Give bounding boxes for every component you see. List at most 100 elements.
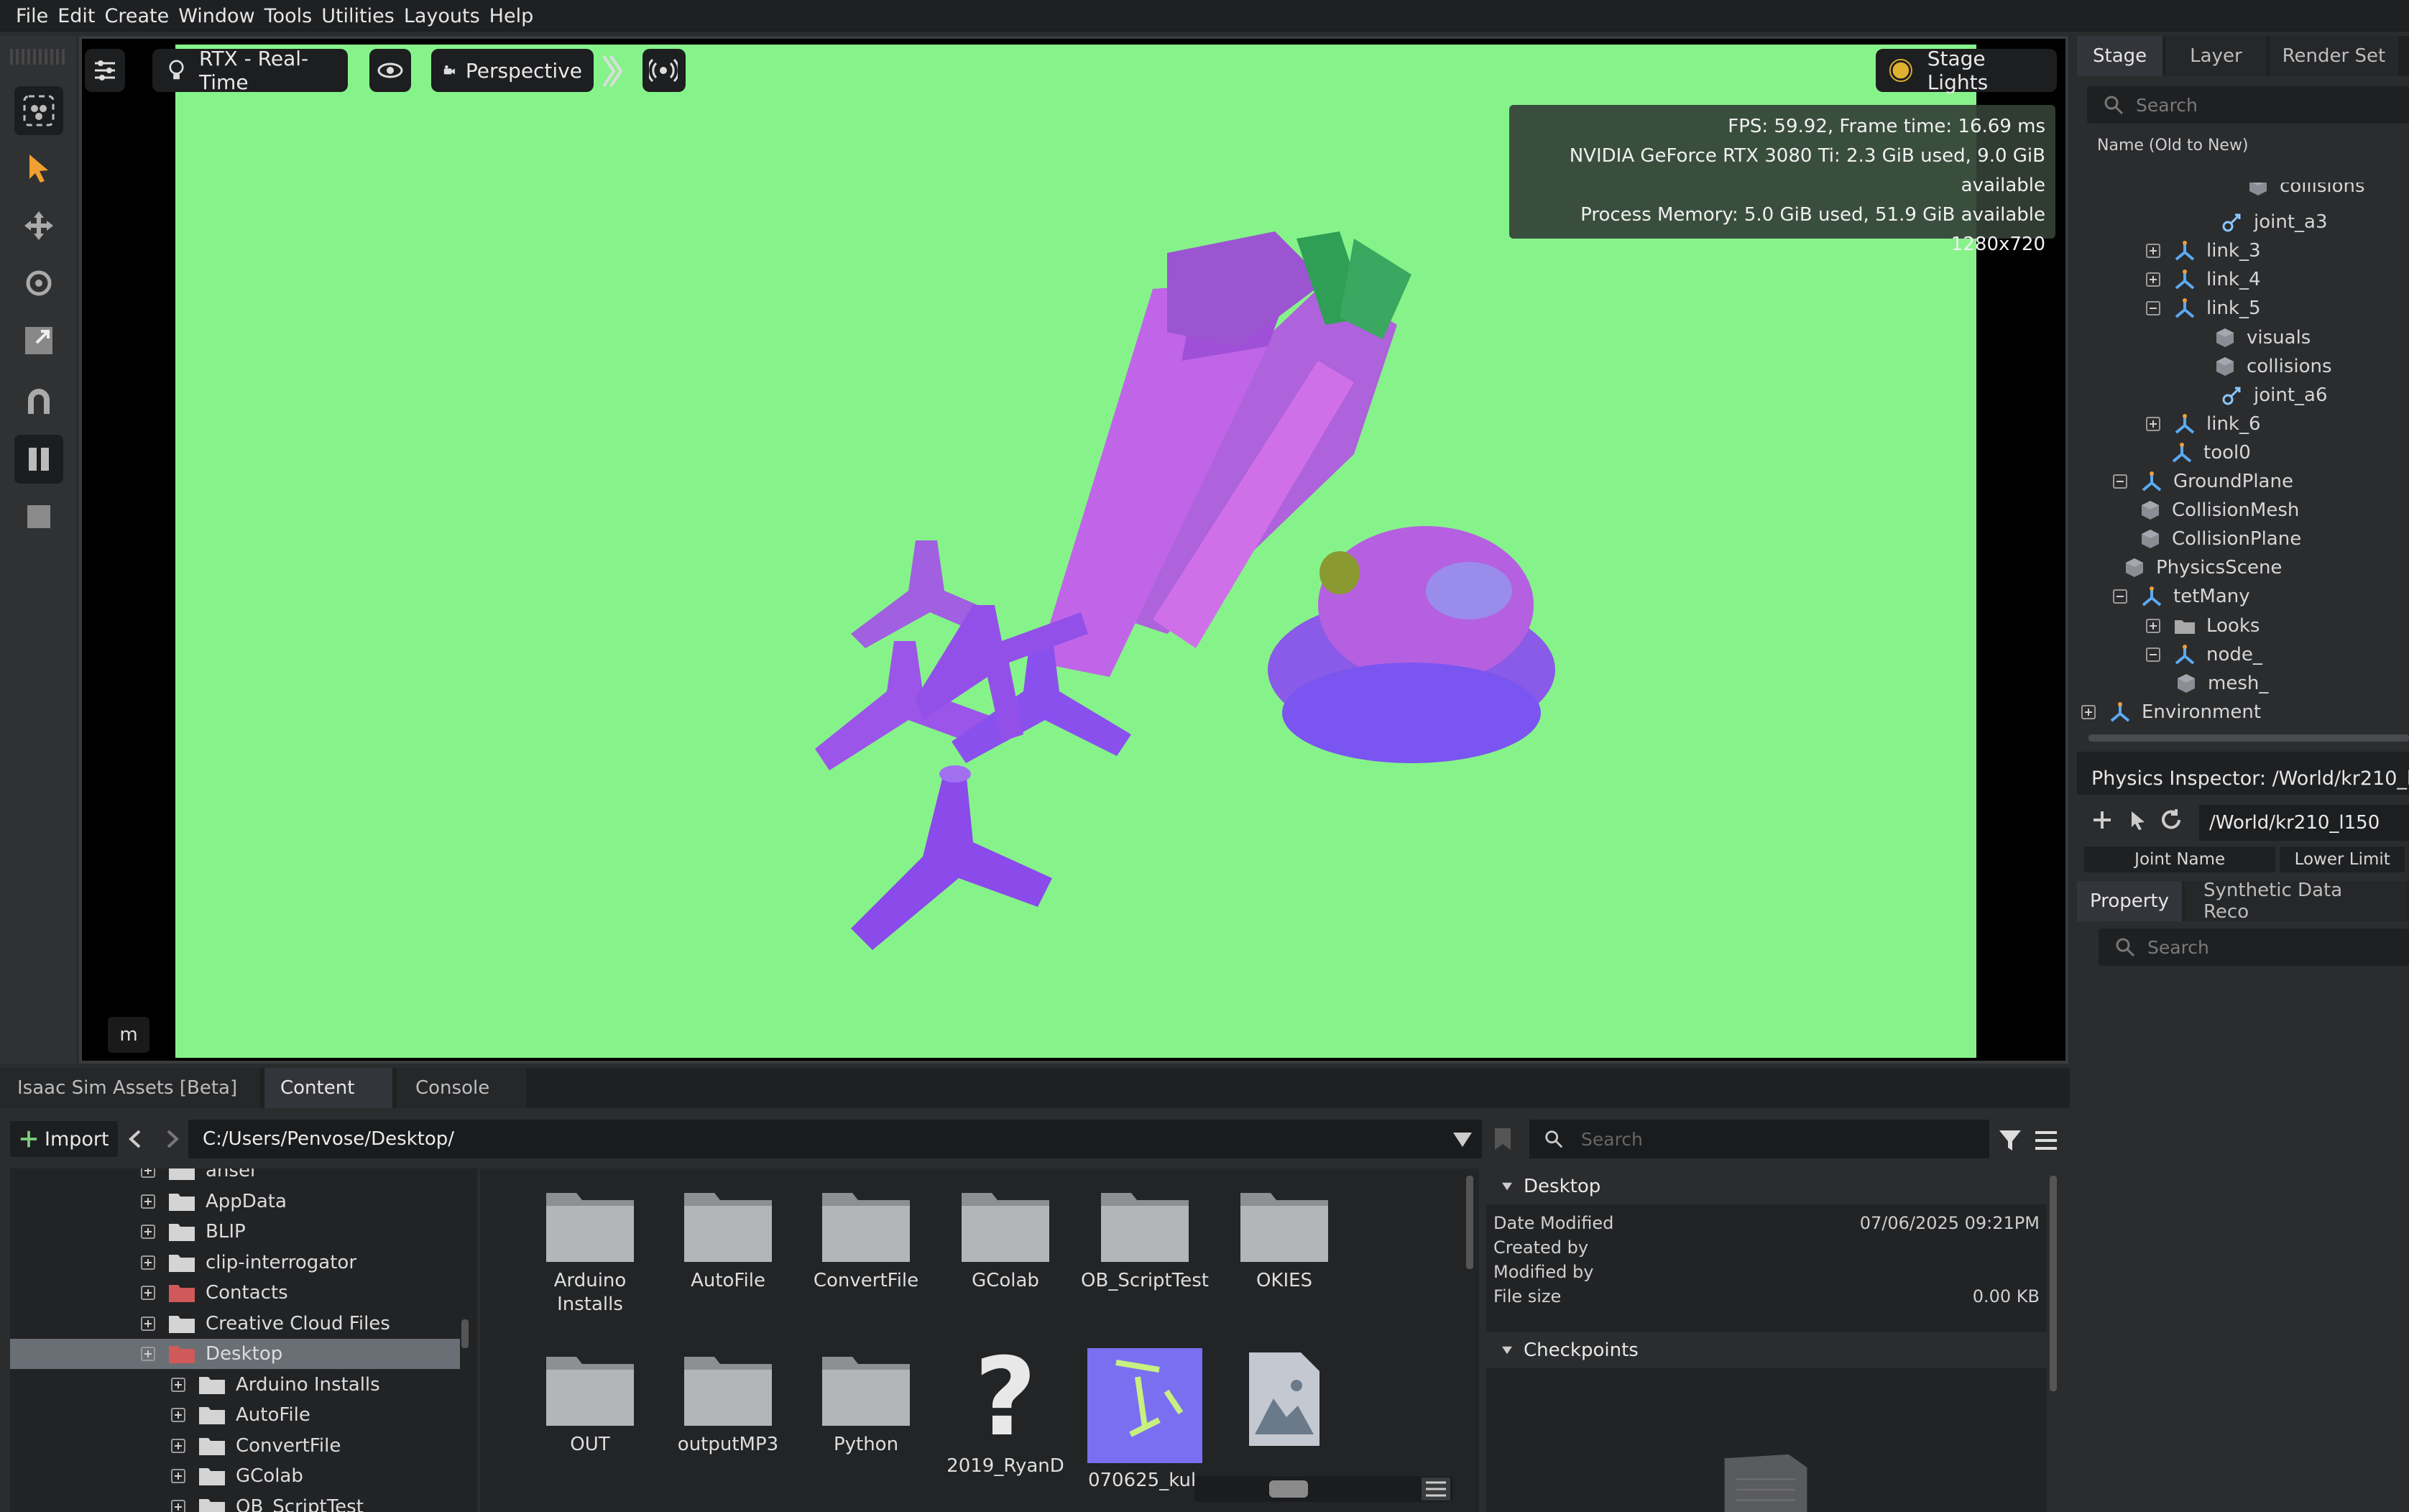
add-icon[interactable] bbox=[2091, 809, 2113, 834]
tab-stage[interactable]: Stage bbox=[2077, 36, 2163, 76]
checkpoints-header[interactable]: Checkpoints bbox=[1486, 1332, 2047, 1368]
thumbnail-size-slider[interactable] bbox=[1194, 1476, 1453, 1502]
import-button[interactable]: Import bbox=[10, 1121, 118, 1157]
expand-icon[interactable] bbox=[2081, 704, 2096, 719]
file-grid-item[interactable]: OB_ScriptTest bbox=[1077, 1184, 1213, 1293]
folder-tree-item[interactable]: BLIP bbox=[141, 1217, 246, 1247]
tab-render-settings[interactable]: Render Set bbox=[2269, 36, 2399, 76]
stage-tree-item[interactable]: visuals bbox=[2214, 323, 2311, 353]
toolbar-grip[interactable] bbox=[10, 49, 66, 65]
expand-icon[interactable] bbox=[171, 1438, 185, 1453]
tab-content[interactable]: Content bbox=[264, 1068, 392, 1108]
expand-icon[interactable] bbox=[141, 1316, 155, 1331]
content-search-input[interactable]: Search bbox=[1529, 1120, 1989, 1158]
stop-button[interactable] bbox=[14, 492, 63, 541]
viewport-settings-button[interactable] bbox=[85, 49, 125, 92]
list-menu-icon[interactable] bbox=[2034, 1128, 2058, 1156]
stage-tree-item[interactable]: GroundPlane bbox=[2113, 466, 2293, 497]
stage-tree-item[interactable]: collisions bbox=[2247, 183, 2365, 201]
slider-handle[interactable] bbox=[1269, 1480, 1308, 1498]
forward-arrow-icon[interactable] bbox=[164, 1128, 181, 1153]
file-grid-item[interactable]: Python bbox=[798, 1348, 934, 1457]
expand-icon[interactable] bbox=[141, 1286, 155, 1300]
expand-icon[interactable] bbox=[141, 1168, 155, 1178]
physics-path-field[interactable]: /World/kr210_l150 bbox=[2199, 805, 2409, 841]
stage-tree-item[interactable]: link_6 bbox=[2146, 409, 2261, 439]
tab-console[interactable]: Console bbox=[397, 1068, 526, 1108]
expand-icon[interactable] bbox=[171, 1499, 185, 1512]
tab-isaac-sim-assets[interactable]: Isaac Sim Assets [Beta] bbox=[0, 1068, 260, 1108]
expand-icon[interactable] bbox=[2146, 272, 2160, 287]
visibility-button[interactable] bbox=[369, 49, 411, 92]
expand-icon[interactable] bbox=[2146, 244, 2160, 259]
path-field[interactable]: C:/Users/Penvose/Desktop/ bbox=[188, 1120, 1482, 1158]
file-grid-item[interactable]: Arduino Installs bbox=[522, 1184, 658, 1317]
collapse-icon[interactable] bbox=[2146, 647, 2160, 662]
folder-tree-item[interactable]: ansel bbox=[141, 1168, 255, 1186]
folder-tree-item[interactable]: Creative Cloud Files bbox=[141, 1309, 390, 1339]
stage-tree-item[interactable]: Environment bbox=[2081, 697, 2261, 727]
tab-layer[interactable]: Layer bbox=[2165, 36, 2267, 76]
collapse-icon[interactable] bbox=[2113, 589, 2127, 604]
file-grid-item[interactable]: OUT bbox=[522, 1348, 658, 1457]
cursor-pick-icon[interactable] bbox=[2127, 809, 2149, 834]
folder-tree-item[interactable]: Arduino Installs bbox=[171, 1370, 380, 1400]
folder-tree-item[interactable]: Contacts bbox=[141, 1278, 288, 1308]
menu-utilities[interactable]: Utilities bbox=[321, 5, 395, 27]
tab-property[interactable]: Property bbox=[2077, 881, 2183, 921]
collapse-icon[interactable] bbox=[2146, 301, 2160, 316]
details-scrollbar[interactable] bbox=[2050, 1176, 2057, 1391]
move-tool-button[interactable] bbox=[14, 201, 63, 250]
expand-icon[interactable] bbox=[141, 1225, 155, 1239]
rotate-tool-button[interactable] bbox=[14, 259, 63, 308]
stage-tree-item[interactable]: joint_a6 bbox=[2221, 380, 2328, 410]
camera-selector[interactable]: Perspective bbox=[431, 49, 594, 92]
menu-file[interactable]: File bbox=[16, 5, 48, 27]
collapse-icon[interactable] bbox=[2113, 474, 2127, 489]
menu-edit[interactable]: Edit bbox=[57, 5, 95, 27]
menu-create[interactable]: Create bbox=[104, 5, 169, 27]
broadcast-button[interactable] bbox=[642, 49, 686, 92]
menu-tools[interactable]: Tools bbox=[264, 5, 313, 27]
file-grid-item[interactable]: ? 2019_RyanD bbox=[937, 1348, 1074, 1478]
expand-icon[interactable] bbox=[141, 1255, 155, 1270]
file-grid-item[interactable]: OKIES bbox=[1216, 1184, 1353, 1293]
snap-button[interactable] bbox=[14, 377, 63, 426]
folder-tree-item-selected[interactable]: Desktop bbox=[10, 1339, 460, 1369]
menu-help[interactable]: Help bbox=[489, 5, 534, 27]
folder-tree-item[interactable]: AppData bbox=[141, 1186, 287, 1217]
expand-icon[interactable] bbox=[2146, 618, 2160, 633]
lower-limit-column[interactable]: Lower Limit bbox=[2280, 847, 2405, 872]
stage-hscrollbar[interactable] bbox=[2088, 734, 2409, 742]
folder-tree-item[interactable]: AutoFile bbox=[171, 1400, 310, 1430]
stage-tree-item[interactable]: link_5 bbox=[2146, 293, 2261, 323]
expand-icon[interactable] bbox=[171, 1408, 185, 1422]
filter-icon[interactable] bbox=[1998, 1128, 2022, 1156]
file-grid-item[interactable]: GColab bbox=[937, 1184, 1074, 1293]
expand-icon[interactable] bbox=[171, 1377, 185, 1392]
renderer-selector[interactable]: RTX - Real-Time bbox=[152, 47, 348, 94]
stage-tree-item[interactable]: Looks bbox=[2146, 611, 2260, 641]
stage-search-input[interactable]: Search bbox=[2087, 86, 2409, 124]
scale-tool-button[interactable] bbox=[14, 316, 63, 365]
tab-synthetic-data[interactable]: Synthetic Data Reco bbox=[2185, 880, 2406, 923]
bookmark-icon[interactable] bbox=[1493, 1127, 1512, 1154]
folder-tree-item[interactable]: GColab bbox=[171, 1461, 303, 1491]
expand-icon[interactable] bbox=[141, 1347, 155, 1361]
path-dropdown-icon[interactable] bbox=[1452, 1131, 1473, 1151]
property-search-input[interactable]: Search bbox=[2099, 928, 2409, 966]
stage-tree-item[interactable]: tool0 bbox=[2170, 438, 2251, 468]
file-grid-item[interactable] bbox=[1216, 1348, 1353, 1455]
expand-icon[interactable] bbox=[2146, 416, 2160, 431]
expand-toolbar-icon[interactable] bbox=[601, 53, 623, 89]
select-tool-button[interactable] bbox=[14, 144, 63, 193]
grid-view-toggle-icon[interactable] bbox=[1422, 1478, 1450, 1503]
pause-button[interactable] bbox=[14, 435, 63, 484]
menu-window[interactable]: Window bbox=[178, 5, 254, 27]
expand-icon[interactable] bbox=[141, 1194, 155, 1209]
folder-tree-item[interactable]: OB_ScriptTest bbox=[171, 1492, 364, 1512]
stage-tree-item[interactable]: CollisionPlane bbox=[2139, 524, 2301, 554]
file-grid-scrollbar[interactable] bbox=[1466, 1176, 1473, 1269]
stage-tree-item[interactable]: collisions bbox=[2214, 351, 2332, 382]
file-grid-item[interactable]: outputMP3 bbox=[660, 1348, 796, 1457]
